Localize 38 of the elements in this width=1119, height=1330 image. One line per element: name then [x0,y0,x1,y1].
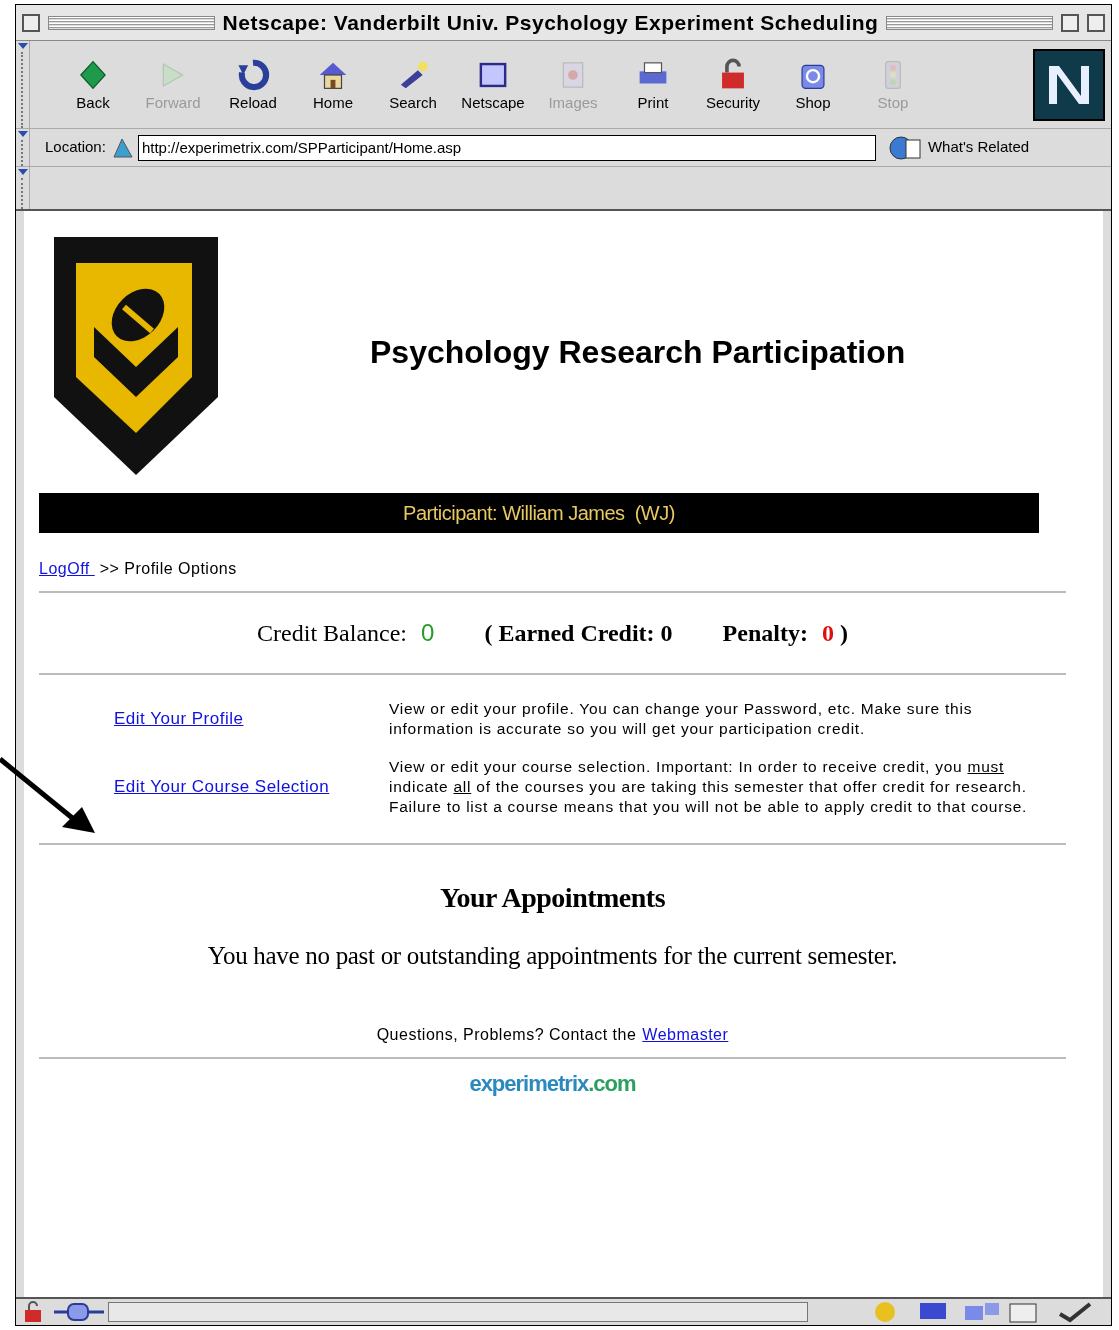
credit-balance-label: Credit Balance: [257,619,408,648]
appointments-heading: Your Appointments [439,881,666,915]
toolbar-button[interactable]: Netscape [453,57,533,112]
toolbar-button[interactable]: Reload [213,57,293,112]
toolbar-button[interactable]: Back [53,57,133,112]
earned-credit: ( Earned Credit: 0 [484,619,673,648]
zoom-box[interactable] [1087,13,1105,32]
experimetrix-logo: experimetrix.com [468,1069,637,1098]
toolbar-button[interactable]: Home [293,57,373,112]
toolbar-button[interactable]: Security [693,57,773,112]
option-link[interactable]: Edit Your Course Selection [114,777,330,797]
penalty-label: Penalty: [722,619,808,648]
plug-icon [54,1301,104,1323]
participant-bar: Participant: William James (WJ) [39,493,1039,533]
option-link[interactable]: Edit Your Profile [114,709,244,729]
netscape-logo[interactable] [1033,48,1105,121]
option-description: View or edit your course selection. Important: In order to receive credit, you must indicate all of the courses you are taking this semester that offer credit for research. Failure to list a course means that you will not be able to apply credit to that course. [389,757,1029,817]
breadcrumb-text: >> Profile Options [98,559,237,579]
window-title: Netscape: Vanderbilt Univ. Psychology Experiment Scheduling [222,9,879,36]
collapse-box[interactable] [1061,13,1079,32]
penalty-value: 0 [821,619,834,648]
contact-text: Questions, Problems? Contact the [376,1024,637,1045]
logoff-link[interactable]: LogOff [39,557,95,581]
toolbar-button[interactable]: Shop [773,57,853,112]
closing-parenthesis: ) [839,619,848,648]
credit-balance-value: 0 [421,618,435,648]
location-label: Location: [45,137,106,158]
option-description: View or edit your profile. You can change your Password, etc. Make sure this information is accurate so you will get your participation credit. [389,699,974,739]
reload-icon [236,57,270,92]
close-box[interactable] [22,13,40,32]
globe-icon[interactable] [887,133,924,162]
whats-related-button[interactable]: What's Related [927,136,1030,159]
webmaster-link[interactable]: Webmaster [642,1022,729,1047]
toolbar-button[interactable]: Print [613,57,693,112]
location-field[interactable]: http://experimetrix.com/SPParticipant/Home.asp [137,134,876,161]
appointments-message: You have no past or outstanding appointments for the current semester. [207,941,898,971]
page-heading: Psychology Research Participation [370,333,906,372]
toolbar-button[interactable]: Search [373,57,453,112]
